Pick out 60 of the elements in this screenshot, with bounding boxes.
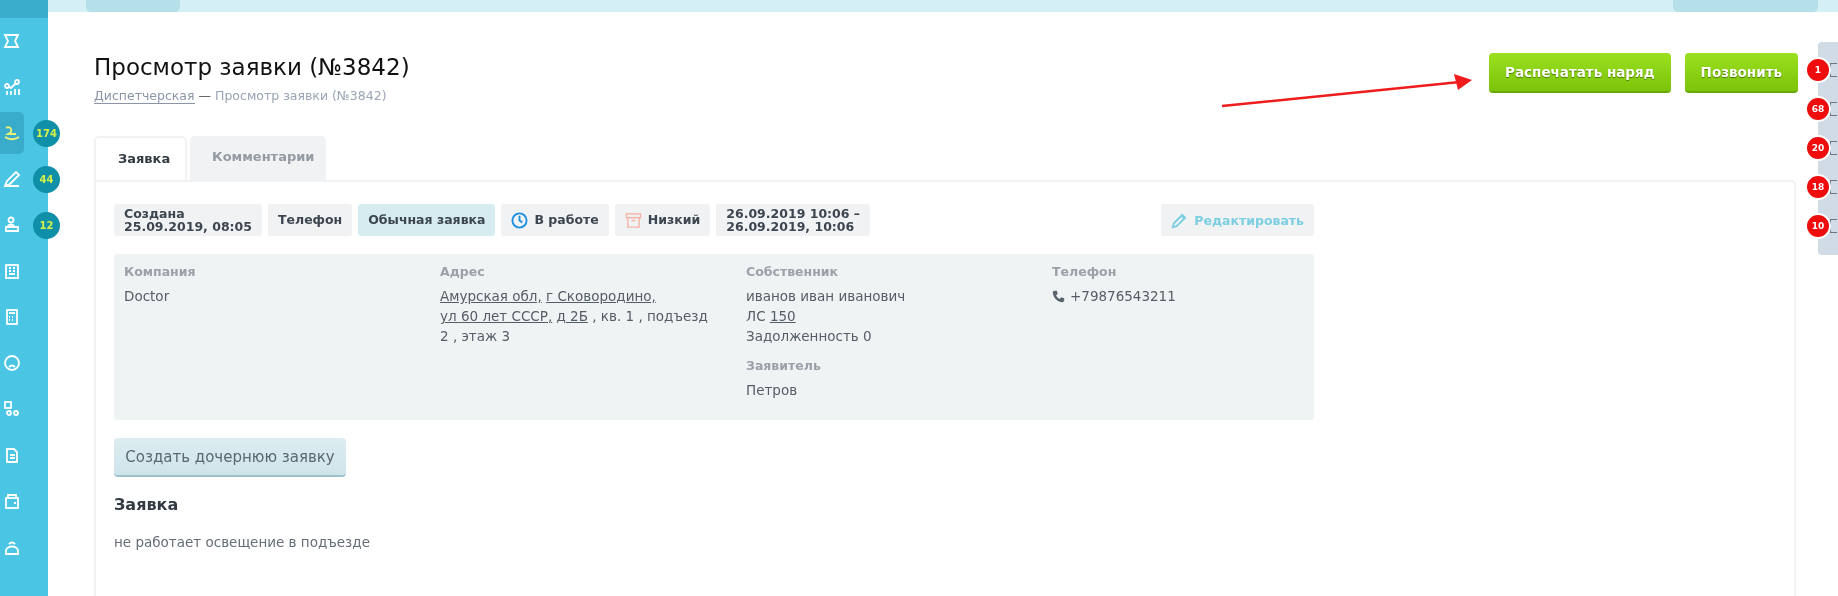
flag-icon — [3, 32, 21, 50]
account-label: ЛС — [746, 308, 766, 324]
tag-text: Телефон — [277, 213, 343, 227]
notification-icon[interactable] — [1830, 180, 1837, 194]
sidebar-item[interactable] — [0, 112, 24, 154]
breadcrumb-link[interactable]: Диспетчерская — [94, 88, 195, 104]
address-link[interactable]: г Сковородино, — [546, 288, 656, 304]
count-badge: 10 — [1805, 213, 1831, 239]
count-badge: 20 — [1805, 135, 1831, 161]
breadcrumb-current: Просмотр заявки (№3842) — [215, 88, 387, 104]
address-link[interactable]: ул 60 лет СССР, — [440, 308, 553, 324]
field-label: Собственник — [746, 264, 840, 279]
notification-icon[interactable] — [1830, 63, 1837, 77]
pencil-icon — [1171, 211, 1189, 229]
applicant-value: Петров — [746, 381, 799, 400]
notification-icon[interactable] — [1830, 141, 1837, 155]
field-label: Компания — [124, 264, 197, 279]
company-value: Doctor — [124, 287, 171, 306]
section-title: Заявка — [114, 495, 180, 514]
count-badge: 18 — [1805, 174, 1831, 200]
pencil-icon — [3, 170, 21, 188]
count-badge: 12 — [33, 212, 60, 239]
person-desk-icon — [3, 216, 21, 234]
tag-text: Низкий — [647, 213, 701, 227]
field-label: Заявитель — [746, 358, 822, 373]
breadcrumb-separator: — — [198, 88, 212, 104]
face-icon — [3, 354, 21, 372]
account-link[interactable]: 150 — [769, 308, 796, 324]
address-value: Амурская обл, г Сковородино, ул 60 лет СССР, д 2Б , кв. 1 , подъезд 2 , этаж 3 — [440, 287, 709, 346]
owner-name: иванов иван иванович — [746, 287, 907, 306]
notification-icon[interactable] — [1830, 219, 1837, 233]
building-icon — [3, 262, 21, 280]
count-badge: 68 — [1805, 96, 1831, 122]
calculator-icon — [3, 308, 21, 326]
wallet-icon — [3, 492, 21, 510]
user-menu[interactable] — [1673, 0, 1818, 12]
debt-text: Задолженность 0 — [746, 327, 873, 346]
create-child-button[interactable]: Создать дочернюю заявку — [114, 438, 346, 477]
top-tab[interactable] — [86, 0, 180, 12]
count-badge: 44 — [33, 166, 60, 193]
people-icon — [3, 400, 21, 418]
tag-text: Создана 25.09.2019, 08:05 — [124, 206, 252, 234]
field-label: Адрес — [440, 264, 486, 279]
address-link[interactable]: Амурская обл, — [440, 288, 542, 304]
document-icon — [3, 446, 21, 464]
count-badge: 174 — [33, 120, 60, 147]
page-title: Просмотр заявки (№3842) — [94, 54, 410, 80]
address-link[interactable]: д 2Б — [556, 308, 588, 324]
chart-icon — [3, 78, 21, 96]
field-label: Телефон — [1052, 264, 1118, 279]
tag-text: 26.09.2019 10:06 – 26.09.2019, 10:06 — [726, 206, 861, 234]
notification-icon[interactable] — [1830, 102, 1837, 116]
box-icon — [624, 211, 642, 229]
request-description: не работает освещение в подъезде — [114, 534, 371, 550]
phone-value: +79876543211 — [1070, 287, 1176, 306]
tag-text: В работе — [534, 213, 599, 227]
tag-text: Обычная заявка — [368, 213, 486, 227]
clock-icon — [511, 211, 529, 229]
tab[interactable]: Заявка — [94, 136, 187, 180]
count-badge: 1 — [1805, 57, 1831, 83]
